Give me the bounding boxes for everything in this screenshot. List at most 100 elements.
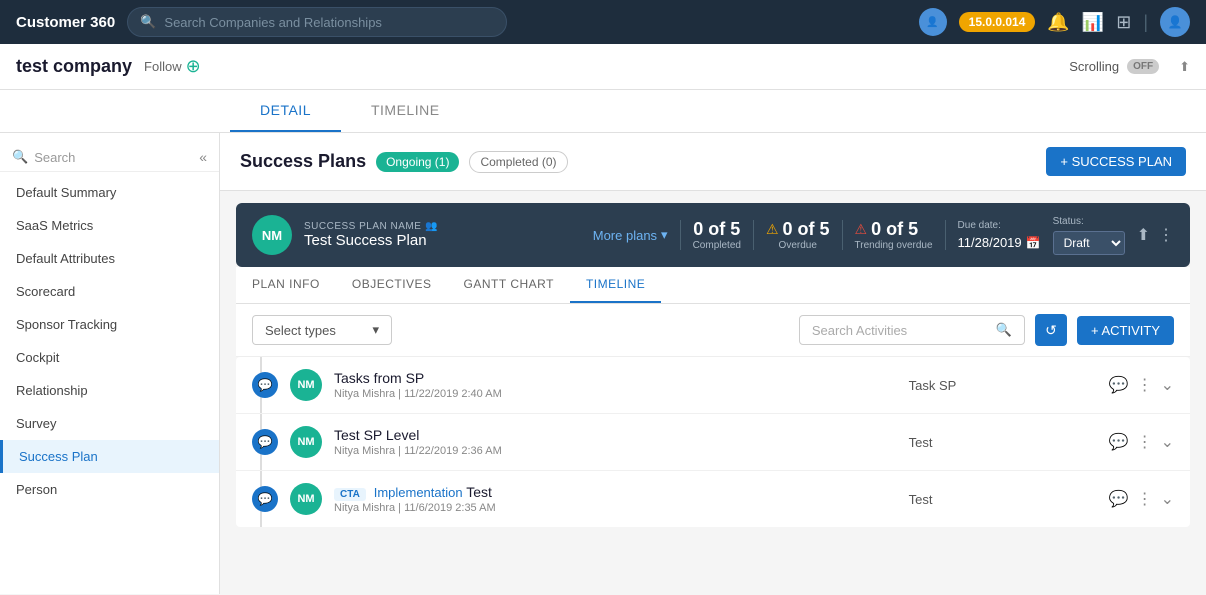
completed-stat: 0 of 5 Completed [693, 219, 741, 251]
overdue-warn: ⚠ 0 of 5 [766, 219, 830, 240]
chart-icon[interactable]: 📊 [1082, 12, 1104, 33]
grid-icon[interactable]: ⊞ [1116, 12, 1131, 33]
company-name: test company [16, 56, 132, 77]
sidebar-item-success-plan[interactable]: Success Plan [0, 440, 219, 473]
activity-actions-2: 💬 ⋮ ⌄ [1109, 432, 1174, 452]
sidebar-item-person[interactable]: Person [0, 473, 219, 506]
user-avatar[interactable]: 👤 [1160, 7, 1190, 37]
success-plans-title: Success Plans [240, 151, 366, 172]
plan-tabs-container: PLAN INFO OBJECTIVES GANTT CHART TIMELIN… [236, 267, 1190, 304]
ongoing-badge[interactable]: Ongoing (1) [376, 152, 459, 172]
add-activity-button[interactable]: + ACTIVITY [1077, 316, 1174, 345]
sidebar-search-input[interactable] [34, 150, 193, 165]
activity-content-2: Test SP Level Nitya Mishra | 11/22/2019 … [334, 427, 909, 457]
sidebar-item-cockpit[interactable]: Cockpit [0, 341, 219, 374]
stat-divider-3 [842, 220, 843, 250]
plan-tabs: PLAN INFO OBJECTIVES GANTT CHART TIMELIN… [236, 267, 1190, 304]
cta-impl-label: Implementation [374, 485, 463, 500]
comment-icon-3[interactable]: 💬 [1109, 489, 1129, 509]
global-search-bar[interactable]: 🔍 [127, 7, 507, 37]
nav-divider: | [1143, 12, 1148, 33]
top-nav: Customer 360 🔍 👤 15.0.0.014 🔔 📊 ⊞ | 👤 [0, 0, 1206, 44]
search-activities-input[interactable] [812, 323, 988, 338]
sidebar-item-relationship[interactable]: Relationship [0, 374, 219, 407]
bell-icon[interactable]: 🔔 [1047, 12, 1069, 33]
sidebar-item-default-attributes[interactable]: Default Attributes [0, 242, 219, 275]
sidebar-item-scorecard[interactable]: Scorecard [0, 275, 219, 308]
content-area: Success Plans Ongoing (1) Completed (0) … [220, 133, 1206, 594]
nav-right: 👤 15.0.0.014 🔔 📊 ⊞ | 👤 [919, 7, 1190, 37]
tab-plan-info[interactable]: PLAN INFO [236, 267, 336, 303]
status-select[interactable]: Draft Active Closed [1053, 231, 1125, 255]
users-icon: 👥 [425, 221, 438, 232]
trending-warn: ⚠ 0 of 5 [855, 219, 933, 240]
type-select-dropdown[interactable]: Select types ▾ [252, 315, 392, 345]
activity-item-3: 💬 NM CTA Implementation Test Nitya Mishr… [236, 471, 1190, 527]
activity-avatar-1: NM [290, 369, 322, 401]
plan-meta: Due date: 11/28/2019 📅 [958, 220, 1041, 250]
tab-timeline[interactable]: TIMELINE [341, 90, 470, 132]
global-search-input[interactable] [164, 15, 494, 30]
sidebar-item-survey[interactable]: Survey [0, 407, 219, 440]
more-options-icon[interactable]: ⋮ [1158, 225, 1174, 245]
more-icon-1[interactable]: ⋮ [1137, 375, 1153, 395]
activity-item-2: 💬 NM Test SP Level Nitya Mishra | 11/22/… [236, 414, 1190, 471]
more-icon-2[interactable]: ⋮ [1137, 432, 1153, 452]
tab-detail[interactable]: DETAIL [230, 90, 341, 132]
sidebar-item-default-summary[interactable]: Default Summary [0, 176, 219, 209]
activity-meta-2: Nitya Mishra | 11/22/2019 2:36 AM [334, 445, 909, 457]
refresh-button[interactable]: ↺ [1035, 314, 1067, 346]
search-icon: 🔍 [140, 14, 156, 30]
plan-card: NM SUCCESS PLAN NAME 👥 Test Success Plan… [236, 203, 1190, 267]
more-icon-3[interactable]: ⋮ [1137, 489, 1153, 509]
overdue-stat: ⚠ 0 of 5 Overdue [766, 219, 830, 251]
expand-icon-3[interactable]: ⌄ [1161, 489, 1174, 509]
calendar-icon[interactable]: 📅 [1026, 236, 1041, 250]
add-success-plan-button[interactable]: + SUCCESS PLAN [1046, 147, 1186, 176]
activity-item: 💬 NM Tasks from SP Nitya Mishra | 11/22/… [236, 357, 1190, 414]
sidebar: 🔍 « Default Summary SaaS Metrics Default… [0, 133, 220, 594]
main-layout: 🔍 « Default Summary SaaS Metrics Default… [0, 133, 1206, 594]
app-title: Customer 360 [16, 14, 115, 31]
main-tabs: DETAIL TIMELINE [0, 90, 1206, 133]
timeline-dot-1: 💬 [252, 372, 278, 398]
scrolling-toggle[interactable]: OFF [1127, 59, 1159, 74]
timeline-dot-3: 💬 [252, 486, 278, 512]
sidebar-collapse-icon[interactable]: « [199, 149, 207, 165]
activity-content-1: Tasks from SP Nitya Mishra | 11/22/2019 … [334, 370, 909, 400]
comment-icon-2[interactable]: 💬 [1109, 432, 1129, 452]
search-activities-container[interactable]: 🔍 [799, 315, 1025, 345]
plan-actions: ⬆ ⋮ [1137, 225, 1174, 245]
plan-name-label: SUCCESS PLAN NAME 👥 [304, 221, 581, 232]
follow-button[interactable]: Follow ⊕ [144, 56, 201, 77]
sub-header: test company Follow ⊕ Scrolling OFF ⬆ [0, 44, 1206, 90]
expand-icon-1[interactable]: ⌄ [1161, 375, 1174, 395]
cta-badge: CTA [334, 488, 366, 501]
activity-type-3: Test [909, 492, 1109, 507]
share-plan-icon[interactable]: ⬆ [1137, 225, 1150, 245]
scrolling-control: Scrolling OFF ⬆ [1069, 59, 1190, 75]
tab-objectives[interactable]: OBJECTIVES [336, 267, 448, 303]
activity-title-2: Test SP Level [334, 427, 909, 443]
tab-timeline[interactable]: TIMELINE [570, 267, 661, 303]
timeline-dot-2: 💬 [252, 429, 278, 455]
comment-icon-1[interactable]: 💬 [1109, 375, 1129, 395]
plan-name: Test Success Plan [304, 232, 581, 249]
activity-title-3: CTA Implementation Test [334, 484, 909, 500]
trending-icon: ⚠ [855, 221, 868, 238]
activity-avatar-3: NM [290, 483, 322, 515]
more-plans-button[interactable]: More plans ▾ [593, 227, 668, 243]
plan-info: SUCCESS PLAN NAME 👥 Test Success Plan [304, 221, 581, 249]
share-icon[interactable]: ⬆ [1179, 59, 1190, 75]
chevron-down-icon: ▾ [661, 227, 668, 243]
timeline-controls: Select types ▾ 🔍 ↺ + ACTIVITY [236, 304, 1190, 357]
scrolling-label: Scrolling [1069, 59, 1119, 74]
sidebar-item-sponsor-tracking[interactable]: Sponsor Tracking [0, 308, 219, 341]
sidebar-item-saas-metrics[interactable]: SaaS Metrics [0, 209, 219, 242]
warning-icon: ⚠ [766, 221, 779, 238]
completed-badge[interactable]: Completed (0) [469, 151, 567, 173]
expand-icon-2[interactable]: ⌄ [1161, 432, 1174, 452]
chevron-down-icon: ▾ [372, 322, 379, 338]
tab-gantt-chart[interactable]: GANTT CHART [448, 267, 570, 303]
activity-actions-3: 💬 ⋮ ⌄ [1109, 489, 1174, 509]
